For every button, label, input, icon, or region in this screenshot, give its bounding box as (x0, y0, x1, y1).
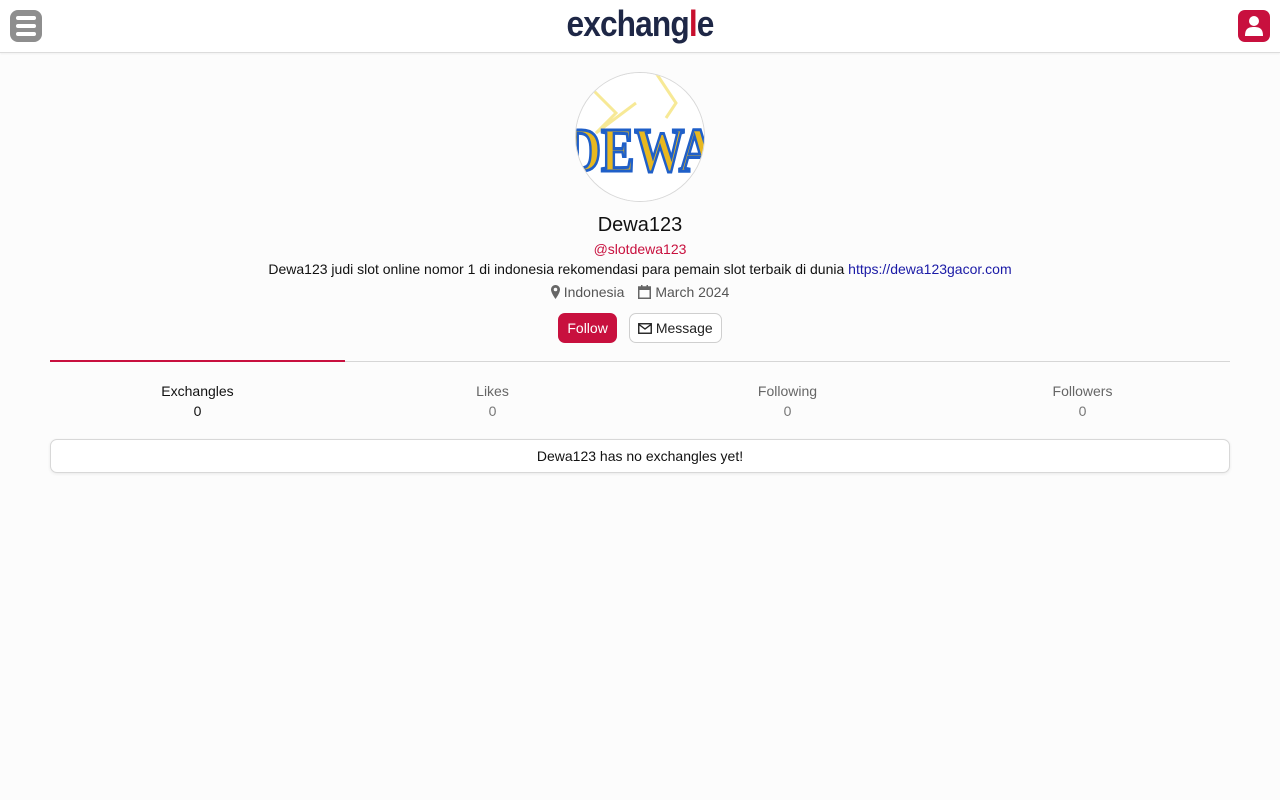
follow-button[interactable]: Follow (558, 313, 617, 343)
logo-text-end: e (696, 3, 715, 44)
site-logo[interactable]: exchangle (77, 4, 1203, 44)
user-account-button[interactable] (1238, 10, 1270, 42)
tab-count: 0 (193, 403, 202, 419)
message-button-label: Message (655, 320, 713, 336)
tab-label: Followers (1052, 383, 1113, 399)
avatar-image: DEWA (576, 73, 704, 201)
menu-bar-icon (16, 32, 36, 36)
user-icon (1245, 16, 1263, 36)
empty-state-message: Dewa123 has no exchangles yet! (50, 439, 1230, 473)
joined-date-text: March 2024 (655, 284, 730, 300)
map-marker-icon (550, 285, 560, 299)
tab-count: 0 (783, 403, 792, 419)
calendar-icon (638, 285, 652, 299)
message-button[interactable]: Message (628, 313, 722, 343)
hamburger-menu-button[interactable] (10, 10, 42, 42)
profile-display-name: Dewa123 (597, 214, 683, 236)
menu-bar-icon (16, 16, 36, 20)
menu-bar-icon (16, 24, 36, 28)
tab-likes[interactable]: Likes 0 (345, 362, 640, 419)
profile-bio: Dewa123 judi slot online nomor 1 di indo… (0, 261, 1280, 277)
envelope-icon (637, 322, 652, 334)
profile-actions: Follow Message (0, 313, 1280, 343)
location-text: Indonesia (563, 284, 625, 300)
tab-label: Following (757, 383, 818, 399)
bio-text: Dewa123 judi slot online nomor 1 di indo… (268, 261, 845, 277)
tab-label: Likes (476, 383, 509, 399)
tab-label: Exchangles (161, 383, 234, 399)
bio-link[interactable]: https://dewa123gacor.com (848, 261, 1011, 277)
profile-handle[interactable]: @slotdewa123 (0, 241, 1280, 257)
tab-count: 0 (488, 403, 497, 419)
tab-count: 0 (1078, 403, 1087, 419)
tab-exchangles[interactable]: Exchangles 0 (50, 362, 345, 419)
profile-avatar: DEWA (575, 72, 705, 202)
top-header: exchangle (0, 0, 1280, 53)
tab-followers[interactable]: Followers 0 (935, 362, 1230, 419)
location-item: Indonesia (550, 284, 625, 300)
avatar-logo-text: DEWA (576, 117, 704, 185)
profile-meta: Indonesia March 2024 (0, 284, 1280, 302)
logo-text-main: exchang (566, 3, 689, 44)
tab-following[interactable]: Following 0 (640, 362, 935, 419)
logo-text-accent: l (688, 3, 698, 44)
profile-tabs: Exchangles 0 Likes 0 Following 0 Followe… (50, 362, 1230, 419)
joined-item: March 2024 (638, 284, 729, 300)
